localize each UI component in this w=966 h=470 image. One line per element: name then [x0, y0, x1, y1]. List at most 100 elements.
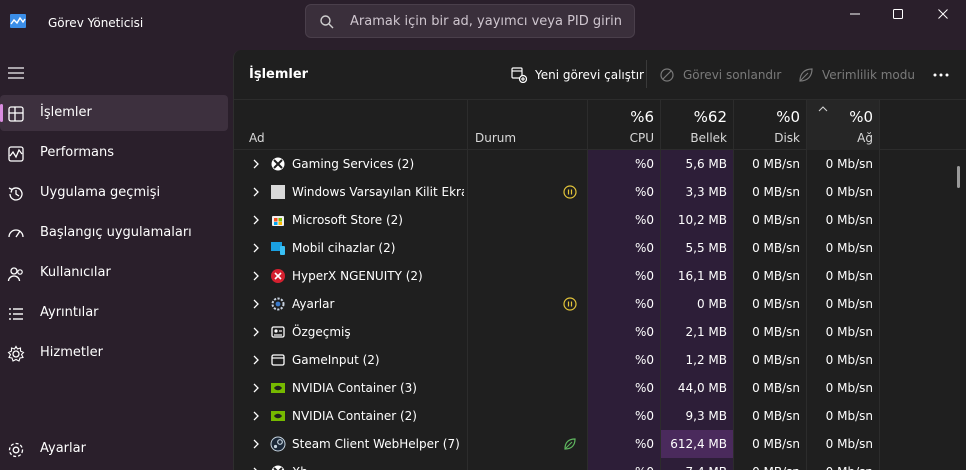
process-name: Gaming Services (2) — [292, 157, 415, 171]
disk-cell: 0 MB/sn — [752, 325, 800, 339]
sidebar-item-label: Performans — [40, 145, 115, 160]
services-icon — [7, 345, 25, 362]
sidebar-item-label: Hizmetler — [40, 345, 103, 360]
more-options-icon — [933, 73, 949, 77]
expand-chevron-icon[interactable] — [252, 187, 260, 197]
column-header-network[interactable]: %0 Ağ — [806, 100, 879, 150]
expand-chevron-icon[interactable] — [252, 383, 260, 393]
cpu-cell: %0 — [588, 262, 660, 290]
cpu-cell: %0 — [588, 458, 660, 470]
table-row[interactable]: Özgeçmiş %0 2,1 MB 0 MB/sn 0 Mb/sn — [234, 318, 966, 346]
search-box[interactable] — [305, 4, 635, 38]
disk-cell: 0 MB/sn — [752, 157, 800, 171]
sidebar-item-processes[interactable]: İşlemler — [0, 95, 228, 131]
memory-cell: 7,4 MB — [661, 458, 733, 470]
network-cell: 0 Mb/sn — [825, 269, 873, 283]
process-name: GameInput (2) — [292, 353, 380, 367]
scrollbar-thumb[interactable] — [957, 166, 960, 188]
expand-chevron-icon[interactable] — [252, 243, 260, 253]
memory-cell: 9,3 MB — [661, 402, 733, 430]
minimize-button[interactable] — [832, 0, 878, 28]
sidebar-item-users[interactable]: Kullanıcılar — [0, 255, 228, 291]
paused-status-icon — [563, 185, 577, 199]
disk-cell: 0 MB/sn — [752, 381, 800, 395]
search-input[interactable] — [350, 11, 625, 31]
sidebar-item-label: Ayrıntılar — [40, 305, 99, 320]
main-panel: İşlemler Yeni görevi çalıştır Görevi son… — [233, 50, 966, 470]
toolbar: İşlemler Yeni görevi çalıştır Görevi son… — [234, 50, 966, 100]
table-row[interactable]: NVIDIA Container (3) %0 44,0 MB 0 MB/sn 0 Mb… — [234, 374, 966, 402]
toolbar-divider — [646, 60, 647, 88]
network-cell: 0 Mb/sn — [825, 185, 873, 199]
table-row[interactable]: Mobil cihazlar (2) %0 5,5 MB 0 MB/sn 0 Mb/sn — [234, 234, 966, 262]
table-row[interactable]: NVIDIA Container (2) %0 9,3 MB 0 MB/sn 0 Mb/… — [234, 402, 966, 430]
table-row[interactable]: Gaming Services (2) %0 5,6 MB 0 MB/sn 0 Mb/s… — [234, 150, 966, 178]
column-header-cpu[interactable]: %6 CPU — [587, 100, 660, 150]
hamburger-menu-icon[interactable] — [8, 66, 24, 80]
disk-total-percent: %0 — [776, 108, 800, 126]
sidebar-item-services[interactable]: Hizmetler — [0, 335, 228, 371]
table-row[interactable]: Steam Client WebHelper (7) %0 612,4 MB 0 MB… — [234, 430, 966, 458]
table-row[interactable]: Ayarlar %0 0 MB 0 MB/sn 0 Mb/sn — [234, 290, 966, 318]
new-task-icon — [511, 67, 527, 83]
task-manager-logo-icon — [10, 14, 26, 28]
more-options-button[interactable] — [932, 66, 958, 84]
expand-chevron-icon[interactable] — [252, 439, 260, 449]
end-task-label: Görevi sonlandır — [683, 68, 782, 82]
disk-cell: 0 MB/sn — [752, 213, 800, 227]
expand-chevron-icon[interactable] — [252, 159, 260, 169]
nvidia-icon — [271, 411, 285, 421]
maximize-button[interactable] — [875, 0, 921, 28]
table-row[interactable]: GameInput (2) %0 1,2 MB 0 MB/sn 0 Mb/sn — [234, 346, 966, 374]
expand-chevron-icon[interactable] — [252, 299, 260, 309]
efficiency-mode-button[interactable]: Verimlilik modu — [798, 66, 915, 84]
network-cell: 0 Mb/sn — [825, 241, 873, 255]
table-row[interactable]: HyperX NGENUITY (2) %0 16,1 MB 0 MB/sn 0 Mb/… — [234, 262, 966, 290]
expand-chevron-icon[interactable] — [252, 271, 260, 281]
memory-cell: 10,2 MB — [661, 206, 733, 234]
disk-cell: 0 MB/sn — [752, 185, 800, 199]
sidebar-item-label: Uygulama geçmişi — [40, 185, 161, 200]
column-header-disk[interactable]: %0 Disk — [733, 100, 806, 150]
sidebar-item-startup-apps[interactable]: Başlangıç uygulamaları — [0, 215, 228, 251]
mobile-devices-icon — [271, 242, 285, 255]
settings-icon — [8, 442, 24, 458]
cpu-cell: %0 — [588, 234, 660, 262]
expand-chevron-icon[interactable] — [252, 327, 260, 337]
cpu-cell: %0 — [588, 402, 660, 430]
cpu-total-percent: %6 — [630, 108, 654, 126]
startup-icon — [8, 229, 24, 238]
sidebar-item-label: Kullanıcılar — [40, 265, 111, 280]
column-header-status[interactable]: Durum — [467, 100, 587, 150]
memory-cell: 5,6 MB — [661, 150, 733, 178]
memory-cell: 16,1 MB — [661, 262, 733, 290]
cpu-cell: %0 — [588, 290, 660, 318]
expand-chevron-icon[interactable] — [252, 215, 260, 225]
network-cell: 0 Mb/sn — [807, 458, 879, 470]
sidebar-item-performance[interactable]: Performans — [0, 135, 228, 171]
expand-chevron-icon[interactable] — [252, 355, 260, 365]
column-header-name[interactable]: Ad — [234, 100, 467, 150]
disk-cell: 0 MB/sn — [752, 269, 800, 283]
sidebar-item-details[interactable]: Ayrıntılar — [0, 295, 228, 331]
expand-chevron-icon[interactable] — [252, 411, 260, 421]
close-button[interactable] — [920, 0, 966, 28]
end-task-button[interactable]: Görevi sonlandır — [659, 66, 781, 84]
table-row[interactable]: Windows Varsayılan Kilit Ekran... %03,3 M… — [234, 178, 966, 206]
network-cell: 0 Mb/sn — [825, 157, 873, 171]
sidebar-item-settings[interactable]: Ayarlar — [0, 431, 228, 467]
process-name: Steam Client WebHelper (7) — [292, 437, 460, 451]
process-name: Mobil cihazlar (2) — [292, 241, 396, 255]
process-name: HyperX NGENUITY (2) — [292, 269, 423, 283]
column-header-memory[interactable]: %62 Bellek — [660, 100, 733, 150]
active-indicator — [0, 104, 3, 122]
cpu-cell: %0 — [588, 346, 660, 374]
cpu-cell: %0 — [588, 178, 660, 206]
run-new-task-button[interactable]: Yeni görevi çalıştır — [511, 66, 644, 84]
search-icon — [320, 15, 334, 29]
sidebar-item-app-history[interactable]: Uygulama geçmişi — [0, 175, 228, 211]
gameinput-icon — [271, 354, 285, 366]
sidebar: İşlemler Performans Uygulama geçmişi Baş… — [0, 46, 232, 470]
table-row[interactable]: Microsoft Store (2) %0 10,2 MB 0 MB/sn 0 Mb/… — [234, 206, 966, 234]
table-row[interactable]: Xb... %07,4 MB0 MB/sn0 Mb/sn — [234, 458, 966, 470]
